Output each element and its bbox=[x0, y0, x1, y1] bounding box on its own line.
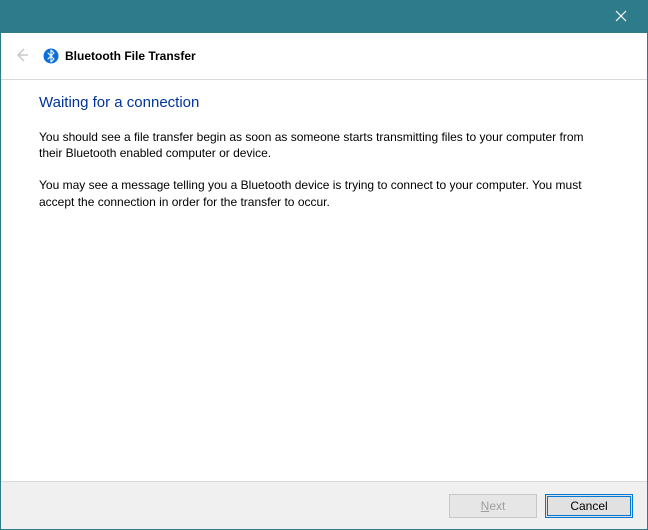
wizard-header: Bluetooth File Transfer bbox=[1, 33, 647, 80]
instruction-paragraph-1: You should see a file transfer begin as … bbox=[39, 129, 599, 161]
bluetooth-icon bbox=[43, 48, 59, 64]
wizard-content: Waiting for a connection You should see … bbox=[1, 80, 647, 481]
back-button bbox=[13, 46, 31, 67]
wizard-footer: Next Cancel bbox=[1, 481, 647, 529]
next-button: Next bbox=[449, 494, 537, 518]
close-button[interactable] bbox=[607, 4, 635, 30]
titlebar bbox=[1, 1, 647, 33]
wizard-window: Bluetooth File Transfer Waiting for a co… bbox=[0, 0, 648, 530]
page-heading: Waiting for a connection bbox=[39, 94, 609, 111]
instruction-paragraph-2: You may see a message telling you a Blue… bbox=[39, 177, 599, 209]
cancel-button[interactable]: Cancel bbox=[545, 494, 633, 518]
close-icon bbox=[615, 10, 627, 22]
next-label-rest: ext bbox=[489, 499, 505, 513]
wizard-title: Bluetooth File Transfer bbox=[65, 49, 196, 63]
back-arrow-icon bbox=[13, 46, 31, 64]
